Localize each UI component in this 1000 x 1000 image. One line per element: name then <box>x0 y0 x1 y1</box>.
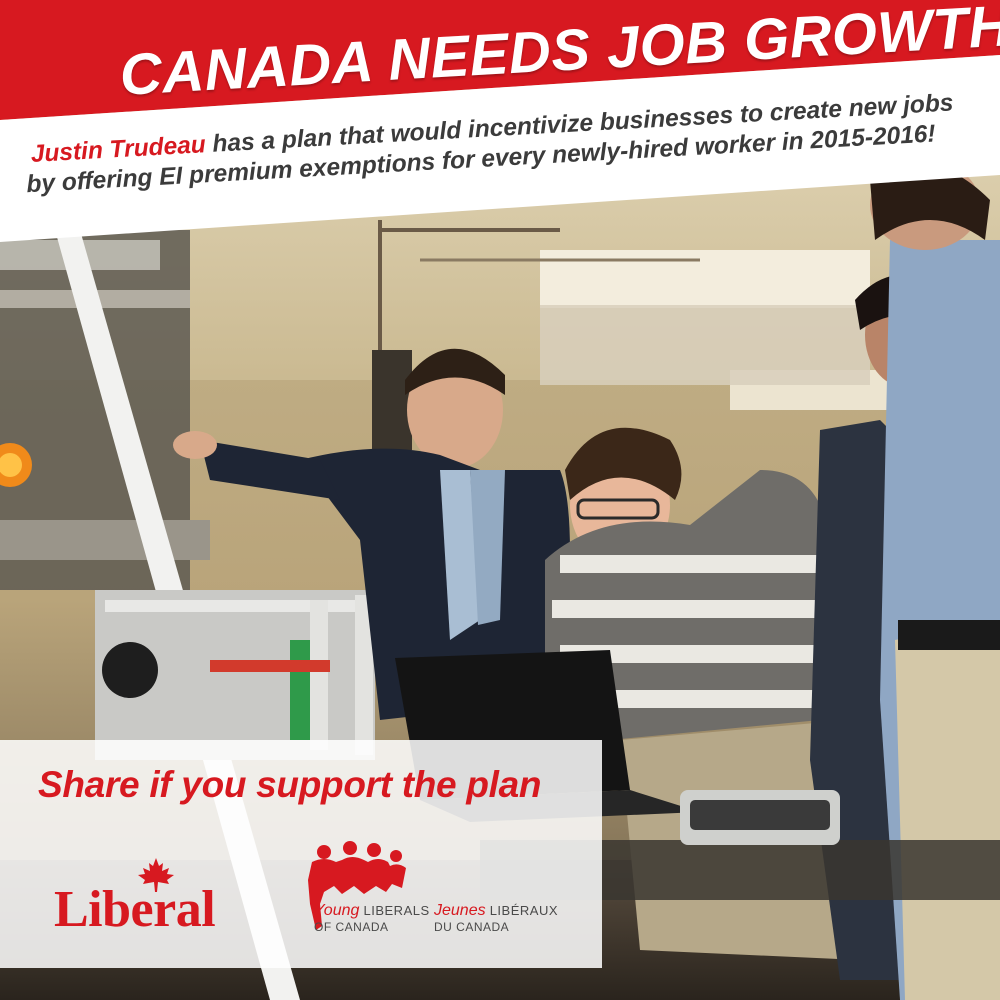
ylc-fr-lead: Jeunes <box>434 902 486 919</box>
ylc-en-lead: Young <box>314 902 360 919</box>
cta-text: Share if you support the plan <box>38 764 542 805</box>
ylc-en-sub: OF CANADA <box>314 920 389 934</box>
liberal-wordmark: Liberal <box>54 881 216 938</box>
ylc-fr-rest: LIBÉRAUX <box>485 903 559 918</box>
campaign-graphic: CANADA NEEDS JOB GROWTH! Justin Trudeau … <box>0 0 1000 1000</box>
young-liberals-english: Young LIBERALS OF CANADA <box>314 902 430 935</box>
cta-panel: Share if you support the plan Liberal Yo… <box>0 740 602 968</box>
liberal-logo: Liberal <box>54 858 244 938</box>
ylc-en-rest: LIBERALS <box>359 903 430 918</box>
ylc-fr-sub: DU CANADA <box>434 920 510 934</box>
young-liberals-logo: Young LIBERALS OF CANADA Jeunes LIBÉRAUX… <box>302 840 592 950</box>
young-liberals-french: Jeunes LIBÉRAUX DU CANADA <box>434 902 559 935</box>
